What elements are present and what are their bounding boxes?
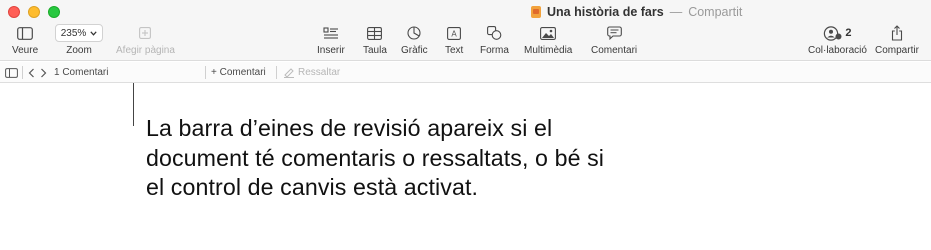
window-controls: [8, 6, 60, 18]
list-insert-icon: [323, 24, 339, 42]
table-icon: [367, 24, 383, 42]
shared-status: Compartit: [688, 5, 743, 19]
collaborator-count: 2: [845, 27, 852, 39]
add-comment-button[interactable]: + Comentari: [211, 62, 266, 83]
chart-label: Gràfic: [401, 45, 428, 56]
zoom-dropdown[interactable]: 235%: [55, 24, 103, 42]
sidebar-icon: [17, 24, 33, 42]
text-box-icon: A: [447, 24, 462, 42]
share-label: Compartir: [875, 45, 919, 56]
highlight-button[interactable]: Ressaltar: [283, 62, 340, 83]
plus-square-icon: [139, 24, 152, 42]
chevron-right-icon: [41, 68, 47, 77]
zoom-label: Zoom: [66, 45, 92, 56]
close-button[interactable]: [8, 6, 20, 18]
maximize-button[interactable]: [48, 6, 60, 18]
insert-button[interactable]: Inserir: [317, 24, 345, 56]
collaboration-icon-group: 2: [823, 24, 852, 42]
divider: [205, 66, 206, 79]
add-page-label: Afegir pàgina: [116, 45, 175, 56]
review-toolbar: 1 Comentari + Comentari Ressaltar: [0, 62, 931, 83]
photo-icon: [540, 24, 557, 42]
minimize-button[interactable]: [28, 6, 40, 18]
comment-count: 1 Comentari: [54, 67, 109, 78]
table-label: Taula: [363, 45, 387, 56]
comment-button[interactable]: Comentari: [591, 24, 637, 56]
media-label: Multimèdia: [524, 45, 573, 56]
document-title: Una història de fars: [547, 5, 664, 19]
table-button[interactable]: Taula: [363, 24, 387, 56]
highlighter-icon: [284, 68, 294, 78]
shape-button[interactable]: Forma: [480, 24, 509, 56]
chevron-down-icon: [90, 30, 97, 36]
share-icon: [891, 24, 903, 42]
previous-comment-button[interactable]: [28, 62, 35, 83]
text-button[interactable]: A Text: [445, 24, 463, 56]
comment-label: Comentari: [591, 45, 638, 56]
svg-text:A: A: [452, 29, 458, 38]
people-icon: [824, 25, 842, 41]
insert-label: Inserir: [317, 45, 345, 56]
sidebar-icon: [5, 67, 18, 78]
callout-line: [133, 83, 134, 126]
zoom-value: 235%: [60, 27, 87, 39]
next-comment-button[interactable]: [40, 62, 47, 83]
pages-document-icon: [531, 6, 541, 18]
chevron-left-icon: [28, 68, 34, 77]
chart-button[interactable]: Gràfic: [401, 24, 428, 56]
add-page-button[interactable]: Afegir pàgina: [116, 24, 175, 56]
view-button[interactable]: Veure: [12, 24, 38, 56]
pages-window: Una història de fars — Compartit Veure 2…: [0, 0, 931, 250]
collaboration-button[interactable]: 2 Col·laboració: [808, 24, 867, 56]
media-button[interactable]: Multimèdia: [524, 24, 572, 56]
pie-chart-icon: [407, 24, 421, 42]
document-title-bar[interactable]: Una història de fars — Compartit: [531, 4, 742, 20]
view-label: Veure: [12, 45, 39, 56]
share-button[interactable]: Compartir: [875, 24, 919, 56]
callout-text: La barra d’eines de revisió apareix si e…: [146, 115, 605, 200]
zoom-control[interactable]: 235% Zoom: [55, 24, 103, 56]
highlight-label: Ressaltar: [298, 67, 341, 78]
shape-icon: [487, 24, 502, 42]
divider: [22, 66, 23, 79]
toolbar: Una història de fars — Compartit Veure 2…: [0, 0, 931, 61]
collaboration-label: Col·laboració: [808, 45, 867, 56]
comments-sidebar-toggle[interactable]: [5, 62, 18, 83]
shape-label: Forma: [480, 45, 509, 56]
speech-bubble-icon: [606, 24, 622, 42]
divider: [276, 66, 277, 79]
title-separator: —: [669, 5, 683, 19]
text-label: Text: [445, 45, 464, 56]
